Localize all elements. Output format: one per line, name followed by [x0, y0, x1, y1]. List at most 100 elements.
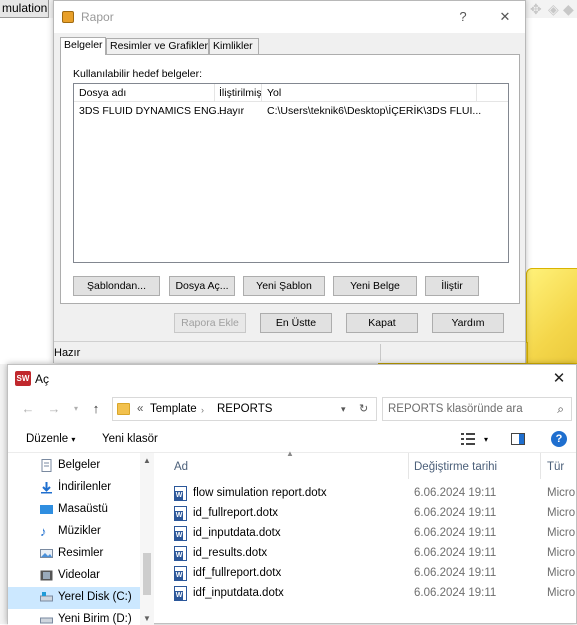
- column-header-type[interactable]: Tür: [547, 461, 564, 473]
- open-file-button[interactable]: Dosya Aç...: [169, 276, 235, 296]
- desktop-icon: [40, 503, 53, 516]
- preview-pane-icon[interactable]: [511, 432, 525, 446]
- background-app-tab[interactable]: mulation: [0, 0, 49, 18]
- search-icon: ⌕: [557, 402, 564, 416]
- recent-locations-icon[interactable]: ▾: [68, 401, 84, 417]
- new-template-button[interactable]: Yeni Şablon: [243, 276, 325, 296]
- file-row[interactable]: flow simulation report.dotx 6.06.2024 19…: [158, 484, 577, 504]
- navigation-bar: ← → ▾ ↑ « Template › REPORTS ▾ ↻ REPORTS…: [8, 393, 576, 425]
- file-type: Micro: [547, 527, 576, 539]
- report-dialog-titlebar[interactable]: Rapor ? ✕: [54, 1, 525, 33]
- status-pane: [380, 344, 524, 361]
- file-row[interactable]: id_fullreport.dotx 6.06.2024 19:11 Micro: [158, 504, 577, 524]
- tab-belgeler[interactable]: Belgeler: [60, 37, 106, 55]
- column-divider[interactable]: [214, 84, 215, 102]
- row-file-name: 3DS FLUID DYNAMICS ENG...: [79, 105, 226, 117]
- new-folder-button[interactable]: Yeni klasör: [102, 433, 158, 445]
- column-header-attached[interactable]: İliştirilmiş: [219, 87, 262, 99]
- column-header-name[interactable]: Ad: [174, 461, 188, 473]
- view-display-icon[interactable]: ◆: [563, 2, 577, 16]
- scrollbar-thumb[interactable]: [143, 553, 151, 595]
- target-documents-list[interactable]: Dosya adı İliştirilmiş Yol 3DS FLUID DYN…: [73, 83, 509, 263]
- report-icon: [62, 11, 74, 23]
- help-icon[interactable]: ?: [551, 431, 567, 447]
- column-divider[interactable]: [476, 84, 477, 102]
- sidebar-item-videolar[interactable]: Videolar: [8, 565, 140, 587]
- sidebar-item-label: Masaüstü: [58, 503, 108, 515]
- close-icon[interactable]: ✕: [494, 7, 516, 27]
- chevron-down-icon[interactable]: ▾: [341, 404, 346, 415]
- breadcrumb-template[interactable]: Template: [150, 403, 197, 415]
- on-top-button[interactable]: En Üstte: [260, 313, 332, 333]
- sidebar-item-label: İndirilenler: [58, 481, 112, 493]
- drive-icon: [40, 591, 53, 604]
- file-name: idf_fullreport.dotx: [193, 567, 282, 579]
- tab-kimlikler[interactable]: Kimlikler: [209, 38, 259, 54]
- available-documents-label: Kullanılabilir hedef belgeler:: [73, 68, 202, 80]
- column-divider[interactable]: [408, 453, 409, 479]
- status-text: Hazır: [54, 347, 81, 359]
- file-type: Micro: [547, 547, 576, 559]
- column-header-file-name[interactable]: Dosya adı: [79, 87, 126, 99]
- file-row[interactable]: idf_inputdata.dotx 6.06.2024 19:11 Micro: [158, 584, 577, 604]
- sidebar-item-resimler[interactable]: Resimler: [8, 543, 140, 565]
- list-header: Dosya adı İliştirilmiş Yol: [74, 84, 508, 102]
- breadcrumb-reports[interactable]: REPORTS: [217, 403, 272, 415]
- column-divider[interactable]: [261, 84, 262, 102]
- search-box[interactable]: REPORTS klasöründe ara ⌕: [382, 397, 572, 421]
- file-row[interactable]: id_inputdata.dotx 6.06.2024 19:11 Micro: [158, 524, 577, 544]
- column-divider[interactable]: [540, 453, 541, 479]
- folder-icon: [117, 403, 130, 415]
- sidebar-item-masaustu[interactable]: Masaüstü: [8, 499, 140, 521]
- file-row[interactable]: id_results.dotx 6.06.2024 19:11 Micro: [158, 544, 577, 564]
- scroll-up-icon[interactable]: ▲: [140, 455, 154, 467]
- sidebar-item-belgeler[interactable]: Belgeler: [8, 455, 140, 477]
- from-template-button[interactable]: Şablondan...: [73, 276, 160, 296]
- report-dialog: Rapor ? ✕ Belgeler Resimler ve Grafikler…: [53, 0, 526, 363]
- close-icon[interactable]: ✕: [548, 369, 570, 389]
- solidworks-app-icon: SW: [15, 371, 31, 386]
- sidebar-item-label: Resimler: [58, 547, 104, 559]
- sidebar-item-muzikler[interactable]: ♪ Müzikler: [8, 521, 140, 543]
- organize-button[interactable]: Düzenle ▾: [26, 433, 75, 445]
- file-date: 6.06.2024 19:11: [414, 547, 497, 559]
- file-date: 6.06.2024 19:11: [414, 487, 497, 499]
- chevron-down-icon[interactable]: ▾: [484, 435, 488, 444]
- report-dialog-title: Rapor: [81, 10, 114, 24]
- file-name: id_results.dotx: [193, 547, 268, 559]
- sidebar-item-indirilenler[interactable]: İndirilenler: [8, 477, 140, 499]
- forward-arrow-icon[interactable]: →: [46, 401, 62, 417]
- view-orient-icon[interactable]: ◈: [548, 2, 562, 16]
- help-button[interactable]: ?: [452, 7, 474, 27]
- file-type: Micro: [547, 567, 576, 579]
- open-dialog-titlebar[interactable]: SW Aç ✕: [8, 365, 576, 393]
- breadcrumb-overflow[interactable]: «: [137, 403, 143, 415]
- address-bar[interactable]: « Template › REPORTS ▾ ↻: [112, 397, 377, 421]
- help-text-button[interactable]: Yardım: [432, 313, 504, 333]
- tab-resimler-ve-grafikler[interactable]: Resimler ve Grafikler: [106, 38, 209, 54]
- add-to-report-button[interactable]: Rapora Ekle: [174, 313, 246, 333]
- up-arrow-icon[interactable]: ↑: [88, 401, 104, 417]
- close-button[interactable]: Kapat: [346, 313, 418, 333]
- column-header-date-modified[interactable]: Değiştirme tarihi: [414, 461, 497, 473]
- column-header-path[interactable]: Yol: [267, 87, 281, 99]
- file-row[interactable]: idf_fullreport.dotx 6.06.2024 19:11 Micr…: [158, 564, 577, 584]
- sidebar-item-yerel-disk[interactable]: Yerel Disk (C:): [8, 587, 140, 609]
- back-arrow-icon[interactable]: ←: [20, 401, 36, 417]
- sidebar-item-label: Yeni Birim (D:): [58, 613, 132, 625]
- sidebar-item-label: Videolar: [58, 569, 100, 581]
- music-icon: ♪: [40, 524, 47, 539]
- scroll-down-icon[interactable]: ▼: [140, 613, 154, 625]
- sidebar-item-yeni-birim[interactable]: Yeni Birim (D:): [8, 609, 140, 625]
- file-list[interactable]: ▲ Ad Değiştirme tarihi Tür flow simulati…: [158, 449, 577, 625]
- attach-button[interactable]: İliştir: [425, 276, 479, 296]
- breadcrumb-separator-icon[interactable]: ›: [201, 405, 204, 415]
- view-rotate-icon[interactable]: ✥: [530, 2, 544, 16]
- file-date: 6.06.2024 19:11: [414, 507, 497, 519]
- file-name: idf_inputdata.dotx: [193, 587, 284, 599]
- new-document-button[interactable]: Yeni Belge: [333, 276, 417, 296]
- navigation-scrollbar[interactable]: ▲ ▼: [140, 453, 154, 625]
- refresh-icon[interactable]: ↻: [359, 402, 368, 415]
- file-date: 6.06.2024 19:11: [414, 527, 497, 539]
- view-options-icon[interactable]: [461, 432, 475, 446]
